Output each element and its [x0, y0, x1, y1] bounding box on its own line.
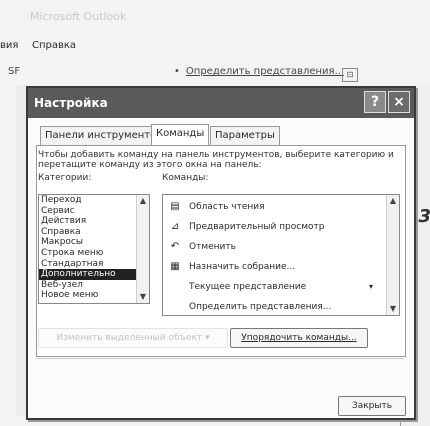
toolbar-options-icon[interactable]: ⊡: [342, 68, 358, 82]
toolbar: SF • Определить представления... ⊡: [0, 62, 430, 86]
menu-bar: вия Справка: [0, 36, 430, 58]
commands-label: Команды:: [162, 173, 209, 183]
category-item[interactable]: Справка: [39, 227, 149, 238]
category-item[interactable]: Новое меню: [39, 290, 149, 301]
toolbar-define-views-item[interactable]: • Определить представления...: [174, 66, 344, 77]
commands-list[interactable]: ▤ Область чтения ⊿ Предварительный просм…: [162, 194, 400, 316]
tab-toolbars[interactable]: Панели инструментов: [40, 126, 168, 145]
dropdown-arrow-icon: ▾: [368, 282, 373, 291]
scroll-down-icon[interactable]: ▼: [387, 303, 399, 315]
category-item[interactable]: Действия: [39, 216, 149, 227]
categories-list[interactable]: Переход Сервис Действия Справка Макросы …: [38, 194, 150, 304]
category-item[interactable]: Макросы: [39, 237, 149, 248]
scroll-down-icon[interactable]: ▼: [137, 291, 149, 303]
dialog-titlebar[interactable]: Настройка ? ×: [28, 88, 414, 118]
instruction-text: Чтобы добавить команду на панель инструм…: [38, 150, 394, 170]
preview-icon: ⊿: [170, 221, 180, 232]
tab-commands[interactable]: Команды: [151, 124, 210, 145]
toolbar-fragment-label: SF: [8, 66, 21, 77]
category-item[interactable]: Строка меню: [39, 248, 149, 259]
command-item-reading-pane[interactable]: ▤ Область чтения: [167, 199, 377, 215]
command-label: Отменить: [189, 242, 236, 252]
dialog-title: Настройка: [34, 96, 108, 110]
category-item[interactable]: Стандартная: [39, 259, 149, 270]
page-digit: 3: [418, 206, 430, 227]
window-title: Microsoft Outlook: [30, 10, 127, 23]
command-label: Определить представления...: [189, 302, 332, 312]
command-item-define-views[interactable]: Определить представления...: [167, 299, 377, 315]
toolbar-define-views-label: Определить представления...: [185, 66, 345, 77]
divider: [36, 358, 404, 359]
command-item-current-view[interactable]: Текущее представление ▾: [167, 279, 377, 295]
close-x-button[interactable]: ×: [388, 91, 410, 113]
menu-item-view[interactable]: вия: [0, 40, 18, 51]
command-label: Текущее представление: [189, 282, 307, 292]
category-item[interactable]: Веб-узел: [39, 280, 149, 291]
meeting-icon: ▦: [170, 261, 180, 272]
command-label: Назначить собрание...: [189, 262, 296, 272]
command-item-undo[interactable]: ↶ Отменить: [167, 239, 377, 255]
command-item-schedule-meeting[interactable]: ▦ Назначить собрание...: [167, 259, 377, 275]
category-item-selected[interactable]: Дополнительно: [39, 269, 149, 280]
command-item-preview[interactable]: ⊿ Предварительный просмотр: [167, 219, 377, 235]
category-item[interactable]: Переход: [39, 195, 149, 206]
close-button[interactable]: Закрыть: [338, 396, 406, 416]
modify-selection-button[interactable]: Изменить выделенный объект ▾: [38, 328, 228, 348]
tab-options[interactable]: Параметры: [210, 126, 280, 145]
undo-icon: ↶: [170, 241, 180, 252]
menu-item-help[interactable]: Справка: [32, 40, 76, 51]
commands-scrollbar[interactable]: ▲ ▼: [386, 195, 399, 315]
category-item[interactable]: Сервис: [39, 206, 149, 217]
rearrange-commands-button[interactable]: Упорядочить команды...: [230, 328, 368, 348]
command-label: Область чтения: [189, 202, 265, 212]
scroll-up-icon[interactable]: ▲: [137, 195, 149, 207]
toolbar-define-views-bullet: •: [174, 66, 180, 77]
scroll-up-icon[interactable]: ▲: [387, 195, 399, 207]
categories-label: Категории:: [38, 173, 92, 183]
reading-pane-icon: ▤: [170, 201, 180, 212]
command-label: Предварительный просмотр: [189, 222, 325, 232]
help-button[interactable]: ?: [364, 91, 386, 113]
customize-dialog: Настройка ? × Панели инструментов Команд…: [26, 86, 416, 420]
categories-scrollbar[interactable]: ▲ ▼: [136, 195, 149, 303]
